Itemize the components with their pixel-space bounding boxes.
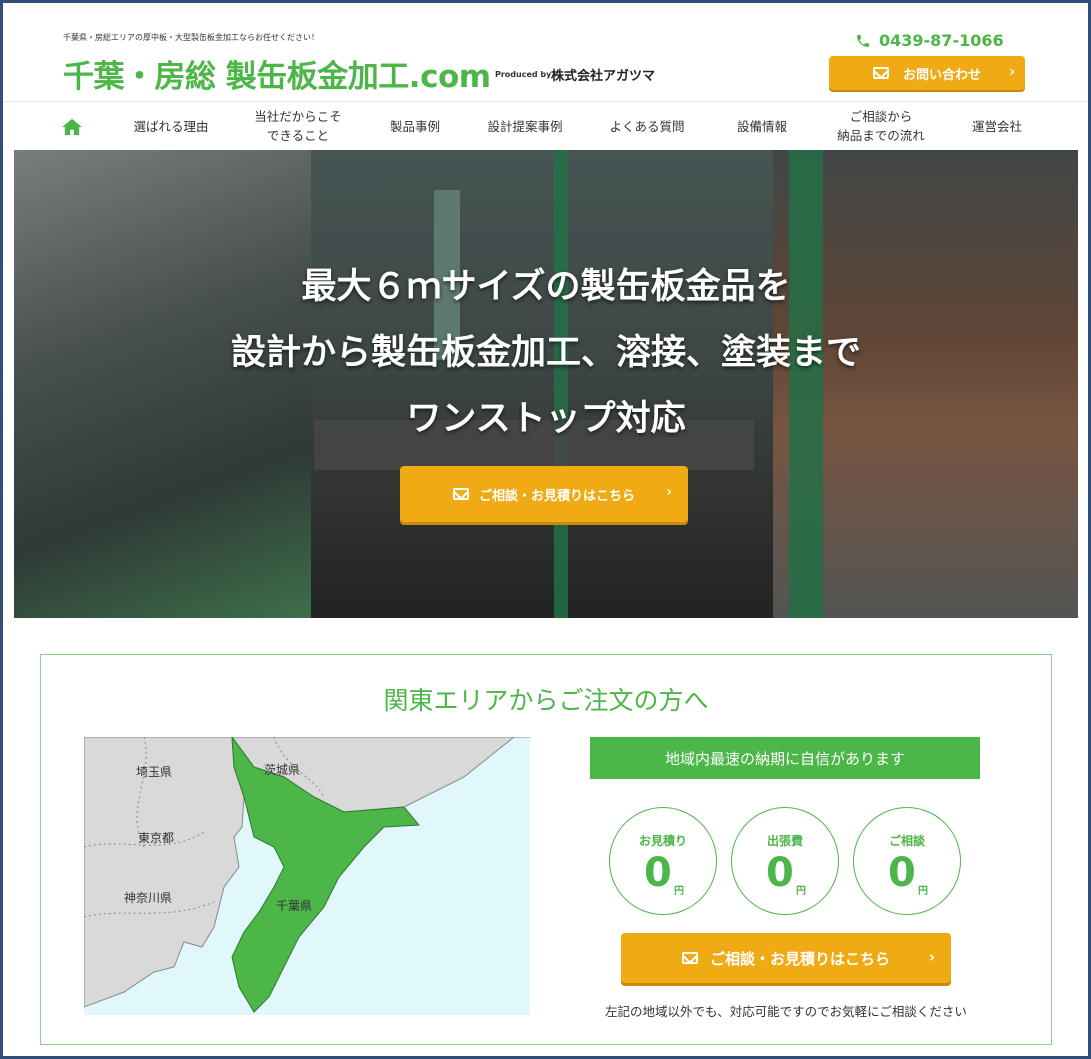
company-name: 株式会社アガツマ [551, 69, 656, 84]
map-label-saitama: 埼玉県 [136, 765, 173, 779]
nav-item-label: よくある質問 [609, 118, 685, 134]
kanto-consult-button[interactable]: ご相談・お見積りはこちら › [621, 933, 951, 983]
hero-button-label: ご相談・お見積りはこちら [478, 488, 635, 504]
nav-item-label: 運営会社 [971, 118, 1022, 134]
nav-item-label: 選ばれる理由 [133, 118, 209, 134]
phone-icon [857, 34, 869, 47]
site-logo[interactable]: 千葉・房総 製缶板金加工.com [63, 51, 491, 96]
phone-number[interactable]: 0439-87-1066 [855, 31, 1004, 50]
free-travel-badge: 出張費 0 円 [731, 807, 839, 915]
badge-unit: 円 [918, 886, 928, 897]
kanto-button-label: ご相談・お見積りはこちら [709, 949, 890, 968]
phone-text: 0439-87-1066 [879, 31, 1004, 50]
nav-item-label: 設計提案事例 [487, 118, 563, 134]
badge-unit: 円 [674, 886, 684, 897]
nav-item-label: 製品事例 [389, 118, 440, 134]
map-label-tokyo: 東京都 [138, 831, 175, 845]
hero-overlay [14, 150, 1078, 618]
nav-item-label: 当社だからこそ できること [254, 109, 342, 143]
mail-icon [872, 67, 889, 79]
hero-heading-line3: ワンストップ対応 [406, 399, 686, 439]
contact-button[interactable]: お問い合わせ › [829, 56, 1025, 90]
nav-item-label: ご相談から 納品までの流れ [837, 109, 925, 143]
produced-by-label: Produced by [495, 70, 552, 79]
badge-label: お見積り [638, 834, 687, 848]
section-title: 関東エリアからご注文の方へ [383, 686, 709, 715]
nav-item-capabilities[interactable]: 当社だからこそ できること [239, 102, 357, 152]
kanto-map: 埼玉県 茨城県 東京都 神奈川県 千葉県 [84, 737, 530, 1015]
mail-icon [681, 952, 698, 964]
badge-unit: 円 [796, 886, 806, 897]
chevron-right-icon: › [666, 484, 672, 500]
badge-label: ご相談 [888, 834, 925, 848]
chevron-right-icon: › [1009, 64, 1015, 80]
free-consult-badge: ご相談 0 円 [853, 807, 961, 915]
nav-item-company[interactable]: 運営会社 [955, 102, 1039, 152]
nav-item-design-cases[interactable]: 設計提案事例 [473, 102, 577, 152]
nav-item-reasons[interactable]: 選ばれる理由 [121, 102, 221, 152]
badge-value: 0 [644, 850, 672, 896]
nav-item-label: 設備情報 [736, 118, 787, 134]
contact-button-label: お問い合わせ [902, 67, 981, 83]
free-estimate-badge: お見積り 0 円 [609, 807, 717, 915]
badge-label: 出張費 [766, 834, 803, 848]
hero-heading-line2: 設計から製缶板金加工、溶接、塗装まで [230, 333, 861, 373]
map-label-ibaraki: 茨城県 [264, 763, 301, 777]
home-icon[interactable] [61, 118, 83, 136]
chevron-right-icon: › [928, 948, 935, 966]
mail-icon [452, 488, 469, 500]
map-label-kanagawa: 神奈川県 [124, 891, 173, 905]
area-note: 左記の地域以外でも、対応可能ですのでお気軽にご相談ください [605, 1004, 967, 1019]
nav-item-equipment[interactable]: 設備情報 [719, 102, 805, 152]
delivery-speed-banner: 地域内最速の納期に自信があります [590, 737, 980, 779]
badge-value: 0 [766, 850, 794, 896]
badge-value: 0 [888, 850, 916, 896]
hero-consult-button[interactable]: ご相談・お見積りはこちら › [400, 466, 688, 522]
nav-item-flow[interactable]: ご相談から 納品までの流れ [819, 102, 943, 152]
kanto-area-section: 関東エリアからご注文の方へ 埼玉県 茨城県 東京都 神奈川県 千葉県 地域内最速… [40, 654, 1052, 1045]
main-nav: 選ばれる理由 当社だからこそ できること 製品事例 設計提案事例 よくある質問 … [3, 101, 1088, 152]
hero-banner: 最大６ｍサイズの製缶板金品を 設計から製缶板金加工、溶接、塗装まで ワンストップ… [14, 150, 1078, 618]
nav-item-products[interactable]: 製品事例 [373, 102, 457, 152]
page-frame: 千葉県・房総エリアの厚中板・大型製缶板金加工ならお任せください！ 千葉・房総 製… [0, 0, 1091, 1059]
hero-heading-line1: 最大６ｍサイズの製缶板金品を [301, 267, 791, 307]
header-tagline: 千葉県・房総エリアの厚中板・大型製缶板金加工ならお任せください！ [63, 33, 319, 42]
nav-item-faq[interactable]: よくある質問 [595, 102, 699, 152]
map-label-chiba: 千葉県 [276, 899, 313, 913]
